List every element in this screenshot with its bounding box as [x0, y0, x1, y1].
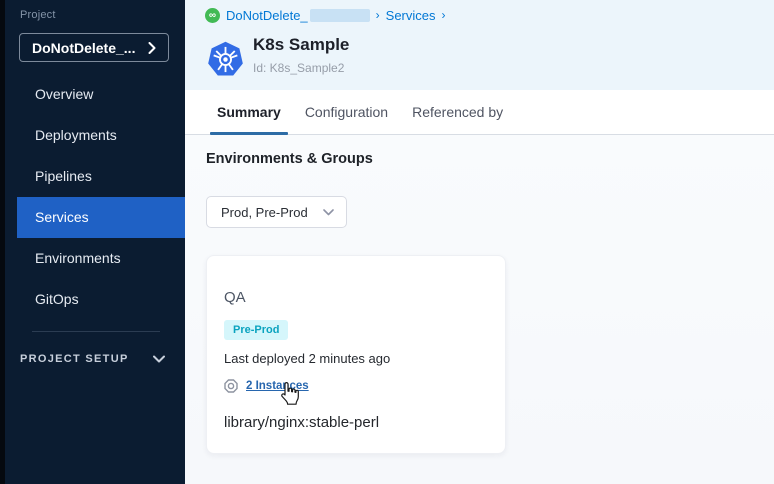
environment-filter-dropdown[interactable]: Prod, Pre-Prod — [206, 196, 347, 228]
chevron-down-icon — [153, 355, 165, 363]
instances-icon — [224, 379, 238, 393]
sidebar-item-deployments[interactable]: Deployments — [17, 115, 185, 156]
kubernetes-icon — [207, 41, 244, 78]
page-title: K8s Sample — [253, 35, 349, 55]
environment-name: QA — [224, 289, 246, 306]
project-setup-toggle[interactable]: PROJECT SETUP — [20, 348, 165, 370]
harness-module-icon: ∞ — [205, 8, 220, 23]
sidebar-item-environments[interactable]: Environments — [17, 238, 185, 279]
page-header: ∞ DoNotDelete_ › Services › — [185, 0, 774, 90]
tab-configuration[interactable]: Configuration — [305, 90, 388, 135]
environment-filter-value: Prod, Pre-Prod — [221, 205, 308, 220]
breadcrumb-services-link[interactable]: Services — [386, 8, 436, 23]
chevron-right-icon — [148, 42, 156, 54]
sidebar: Project DoNotDelete_... Overview Deploym… — [0, 0, 185, 484]
tabbar: Summary Configuration Referenced by — [185, 90, 774, 135]
tab-referenced-by[interactable]: Referenced by — [412, 90, 503, 135]
sidebar-item-overview[interactable]: Overview — [17, 74, 185, 115]
project-setup-label: PROJECT SETUP — [20, 353, 129, 365]
instances-link[interactable]: 2 Instances — [246, 380, 309, 392]
tab-summary[interactable]: Summary — [217, 90, 281, 135]
instances-row: 2 Instances — [224, 379, 309, 393]
artifact-name: library/nginx:stable-perl — [224, 414, 379, 431]
project-selector-value: DoNotDelete_... — [32, 40, 135, 56]
sidebar-item-gitops[interactable]: GitOps — [17, 279, 185, 320]
sidebar-item-services[interactable]: Services — [17, 197, 185, 238]
last-deployed-text: Last deployed 2 minutes ago — [224, 351, 390, 366]
main-area: ∞ DoNotDelete_ › Services › — [185, 0, 774, 484]
sidebar-nav: Overview Deployments Pipelines Services … — [0, 74, 185, 320]
breadcrumb-project-link[interactable]: DoNotDelete_ — [226, 8, 308, 23]
page-id: Id: K8s_Sample2 — [253, 61, 344, 75]
sidebar-divider — [32, 331, 160, 332]
section-title: Environments & Groups — [206, 151, 373, 167]
app-window: Project DoNotDelete_... Overview Deploym… — [0, 0, 774, 484]
chevron-down-icon — [323, 209, 334, 216]
environment-card-qa: QA Pre-Prod Last deployed 2 minutes ago … — [206, 255, 506, 454]
environment-type-badge: Pre-Prod — [224, 320, 288, 340]
sidebar-item-pipelines[interactable]: Pipelines — [17, 156, 185, 197]
breadcrumb-separator: › — [442, 8, 446, 22]
project-selector[interactable]: DoNotDelete_... — [19, 33, 169, 62]
breadcrumb-separator: › — [376, 8, 380, 22]
project-label: Project — [20, 9, 56, 21]
breadcrumb: ∞ DoNotDelete_ › Services › — [205, 6, 446, 24]
redacted-text — [310, 9, 370, 22]
summary-content: Environments & Groups Prod, Pre-Prod QA … — [185, 136, 774, 484]
